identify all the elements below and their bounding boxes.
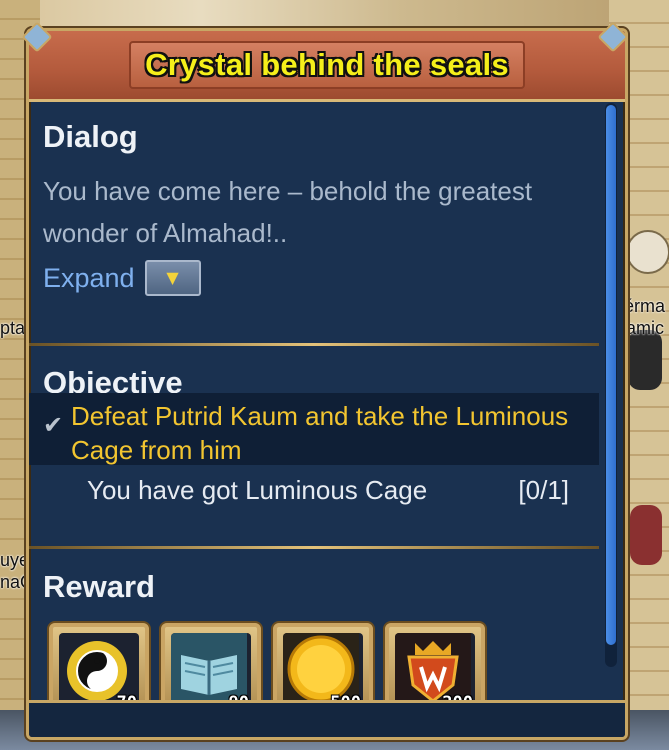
npc-name-label: pta (0, 318, 26, 338)
reward-heading: Reward (43, 569, 155, 604)
npc-name-label: uye (0, 550, 30, 570)
checkmark-icon: ✔ (43, 411, 64, 439)
section-divider (29, 343, 599, 346)
quest-title: Crystal behind the seals (145, 47, 509, 82)
objective-task-row[interactable]: ✔ Defeat Putrid Kaum and take the Lumino… (29, 393, 599, 465)
expand-link[interactable]: Expand (43, 263, 135, 294)
objective-progress: [0/1] (518, 475, 569, 505)
dialog-section: Dialog You have come here – behold the g… (43, 121, 603, 296)
title-bar: Crystal behind the seals (29, 31, 625, 102)
quest-panel: Crystal behind the seals Dialog You have… (26, 28, 628, 740)
dialog-text: You have come here – behold the greatest… (43, 176, 533, 248)
panel-footer (29, 700, 625, 737)
triangle-down-icon: ▼ (166, 268, 179, 287)
expand-button[interactable]: ▼ (144, 260, 201, 296)
dialog-heading: Dialog (43, 119, 138, 154)
title-plate: Crystal behind the seals (129, 41, 525, 89)
quest-marker-icon[interactable] (626, 230, 669, 274)
section-divider (29, 546, 599, 549)
objective-subtask: You have got Luminous Cage (87, 475, 428, 505)
expand-row[interactable]: Expand ▼ (43, 260, 603, 296)
npc-character[interactable] (630, 505, 662, 565)
npc-name-label: amic (626, 318, 665, 338)
objective-task-text: Defeat Putrid Kaum and take the Luminous… (71, 401, 569, 465)
quest-content: Dialog You have come here – behold the g… (29, 103, 599, 737)
npc-name-label: érma (624, 296, 666, 316)
npc-character[interactable] (628, 330, 662, 390)
